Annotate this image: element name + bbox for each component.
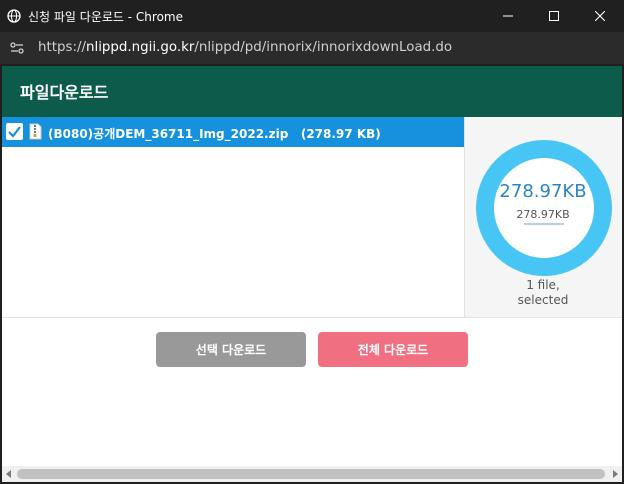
selection-status: selected	[517, 293, 569, 307]
close-button[interactable]	[577, 0, 623, 32]
chevron-right-icon	[613, 470, 618, 478]
window-title: 신청 파일 다운로드 - Chrome	[28, 10, 183, 24]
scroll-left-button[interactable]	[2, 466, 16, 482]
scroll-right-button[interactable]	[608, 466, 622, 482]
download-all-button[interactable]: 전체 다운로드	[318, 332, 468, 367]
minimize-button[interactable]	[485, 0, 531, 32]
page-title: 파일다운로드	[20, 83, 109, 102]
selected-size: 278.97KB	[516, 208, 570, 221]
file-checkbox[interactable]	[6, 123, 23, 140]
zip-file-icon	[29, 123, 42, 140]
file-count: 1 file,	[526, 278, 560, 292]
url-path: /nlippd/pd/innorix/innorixdownLoad.do	[194, 40, 453, 55]
file-name: (B080)공개DEM_36711_Img_2022.zip (278.97 K…	[48, 125, 381, 142]
file-size-text: (278.97 KB)	[300, 127, 381, 141]
total-size: 278.97KB	[499, 181, 587, 202]
maximize-button[interactable]	[531, 0, 577, 32]
scrollbar-thumb[interactable]	[17, 469, 605, 479]
maximize-icon	[549, 11, 559, 21]
panel-divider	[2, 317, 622, 318]
chevron-left-icon	[6, 470, 11, 478]
download-selected-button[interactable]: 선택 다운로드	[156, 332, 306, 367]
url-host: nlippd.ngii.go.kr	[86, 40, 195, 55]
url-text[interactable]: https://nlippd.ngii.go.kr/nlippd/pd/inno…	[38, 40, 452, 55]
check-icon	[8, 126, 21, 138]
file-list-panel	[2, 117, 464, 317]
url-scheme: https://	[38, 40, 86, 55]
globe-icon	[7, 9, 21, 23]
minimize-icon	[503, 15, 513, 17]
tune-icon[interactable]	[9, 40, 25, 56]
file-name-text: (B080)공개DEM_36711_Img_2022.zip	[48, 127, 289, 141]
close-icon	[595, 11, 605, 21]
